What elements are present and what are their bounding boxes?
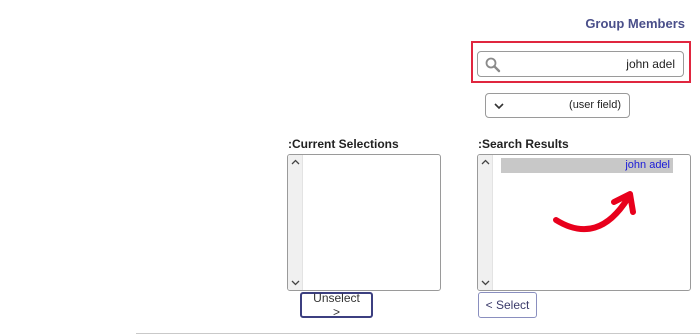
scroll-down-arrow-icon[interactable] [291,280,300,286]
scrollbar[interactable] [288,155,303,290]
scroll-down-arrow-icon[interactable] [481,280,490,286]
page-title: Group Members [585,16,685,31]
search-result-item[interactable]: john adel [501,158,673,173]
search-input[interactable]: john adel [477,51,684,77]
current-selections-label: :Current Selections [288,137,399,151]
current-selections-list[interactable] [287,154,441,291]
scroll-up-arrow-icon[interactable] [291,159,300,165]
annotation-arrow-icon [553,191,636,232]
search-results-label: :Search Results [478,137,569,151]
scroll-up-arrow-icon[interactable] [481,159,490,165]
divider [136,333,700,334]
search-input-value: john adel [626,57,675,71]
search-icon [485,57,501,73]
dropdown-selected-value: (user field) [569,99,621,111]
search-result-label: john adel [625,159,670,171]
unselect-button[interactable]: Unselect > [300,291,373,319]
select-button[interactable]: < Select [478,292,537,318]
chevron-down-icon [494,103,504,110]
scrollbar[interactable] [478,155,493,290]
user-field-dropdown[interactable]: (user field) [485,93,630,118]
